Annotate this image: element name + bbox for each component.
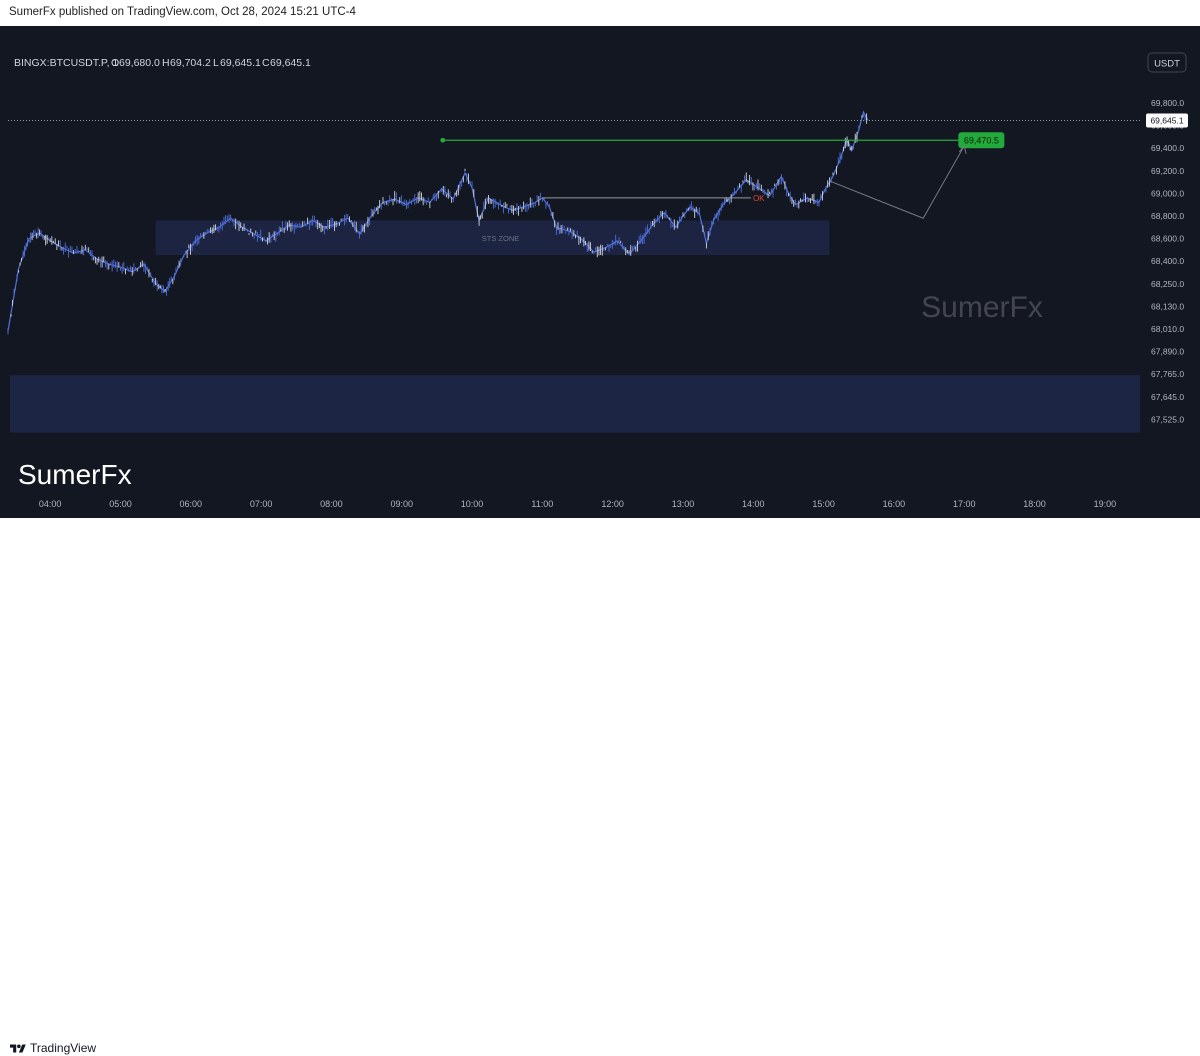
corner-logo: SumerFx (18, 459, 132, 490)
ohlc-open-label: O (111, 57, 119, 69)
x-tick-label: 11:00 (531, 499, 553, 509)
y-tick-label: 67,645.0 (1151, 392, 1184, 402)
y-tick-label: 68,010.0 (1151, 324, 1184, 334)
x-tick-label: 17:00 (953, 499, 976, 509)
projection-path[interactable] (829, 145, 965, 219)
y-tick-label: 69,200.0 (1151, 166, 1184, 176)
ohlc-low-label: L (213, 57, 219, 69)
ohlc-close: 69,645.1 (270, 57, 311, 69)
x-tick-label: 09:00 (390, 499, 413, 509)
ok-label: OK (753, 194, 765, 203)
ohlc-high-label: H (162, 57, 170, 69)
footer-bar: TradingView (0, 518, 1200, 1055)
lower-zone (10, 375, 1140, 433)
y-tick-label: 67,765.0 (1151, 369, 1184, 379)
x-tick-label: 04:00 (39, 499, 62, 509)
publish-header: SumerFx published on TradingView.com, Oc… (0, 0, 1200, 26)
target-anchor-dot[interactable] (440, 137, 446, 143)
ohlc-low: 69,645.1 (220, 57, 261, 69)
x-tick-label: 12:00 (601, 499, 624, 509)
x-tick-label: 13:00 (672, 499, 695, 509)
y-tick-label: 69,400.0 (1151, 143, 1184, 153)
y-tick-label: 68,800.0 (1151, 211, 1184, 221)
tradingview-brand[interactable]: TradingView (30, 1041, 96, 1055)
chart-canvas[interactable]: BINGX:BTCUSDT.P, 1 O 69,680.0 H 69,704.2… (0, 26, 1200, 518)
ohlc-open: 69,680.0 (119, 57, 160, 69)
y-tick-label: 69,000.0 (1151, 188, 1184, 198)
ohlc-close-label: C (262, 57, 270, 69)
target-price-label: 69,470.5 (964, 136, 999, 146)
x-tick-label: 05:00 (109, 499, 132, 509)
y-tick-label: 68,400.0 (1151, 256, 1184, 266)
last-price-label: 69,645.1 (1150, 116, 1183, 126)
watermark: SumerFx (921, 291, 1043, 324)
x-tick-label: 15:00 (812, 499, 835, 509)
y-tick-label: 67,890.0 (1151, 347, 1184, 357)
y-tick-label: 68,600.0 (1151, 234, 1184, 244)
currency-button-label: USDT (1154, 59, 1180, 70)
x-tick-label: 18:00 (1023, 499, 1046, 509)
x-tick-label: 06:00 (180, 499, 203, 509)
sts-zone-label: STS ZONE (482, 234, 520, 243)
publish-info: SumerFx published on TradingView.com, Oc… (9, 6, 356, 18)
time-axis[interactable]: 04:00 05:00 06:00 07:00 08:00 09:00 10:00 11:00… (39, 499, 1116, 509)
x-tick-label: 14:00 (742, 499, 765, 509)
symbol-name: BINGX:BTCUSDT.P, 1 (14, 57, 118, 69)
tradingview-logo-icon[interactable] (10, 1042, 26, 1056)
ohlc-high: 69,704.2 (170, 57, 211, 69)
y-tick-label: 69,800.0 (1151, 98, 1184, 108)
x-tick-label: 08:00 (320, 499, 343, 509)
y-tick-label: 67,525.0 (1151, 414, 1184, 424)
x-tick-label: 16:00 (883, 499, 906, 509)
x-tick-label: 19:00 (1094, 499, 1117, 509)
y-tick-label: 68,130.0 (1151, 301, 1184, 311)
price-axis[interactable]: 69,800.069,600.069,400.069,200.069,000.0… (1151, 98, 1184, 424)
x-tick-label: 07:00 (250, 499, 273, 509)
y-tick-label: 68,250.0 (1151, 279, 1184, 289)
x-tick-label: 10:00 (461, 499, 484, 509)
